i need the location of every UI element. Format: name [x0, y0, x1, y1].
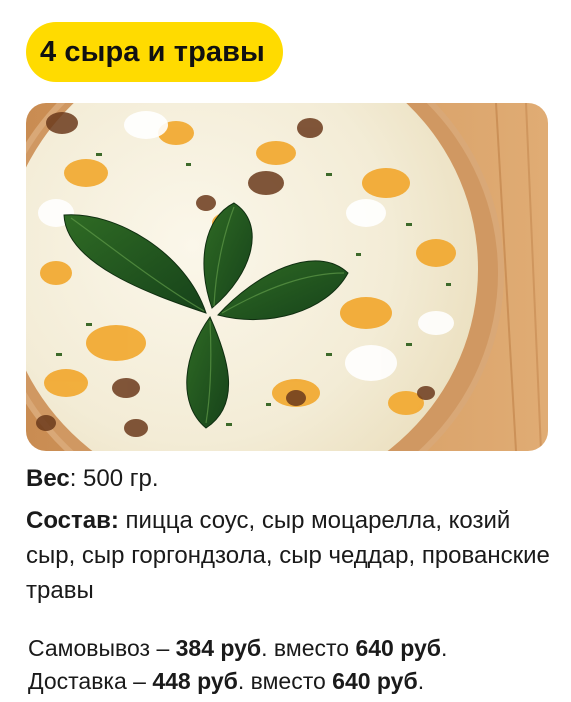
price-middle: . вместо — [261, 635, 356, 661]
price-middle: . вместо — [237, 668, 333, 694]
weight-info: Вес: 500 гр. — [26, 463, 159, 495]
price-end: . — [417, 668, 425, 694]
composition-label: Состав: — [26, 507, 119, 534]
product-title-text: 4 сыра и травы — [40, 35, 265, 68]
composition-info: Состав: пицца соус, сыр моцарелла, козий… — [26, 503, 556, 608]
price-old: 640 руб — [355, 635, 441, 661]
price-pickup: Самовывоз – 384 руб. вместо 640 руб. — [28, 633, 447, 663]
price-current: 448 руб — [152, 668, 238, 694]
pizza-image — [26, 103, 548, 451]
price-old: 640 руб — [332, 668, 418, 694]
pizza-photo — [26, 103, 548, 451]
price-delivery: Доставка – 448 руб. вместо 640 руб. — [28, 666, 424, 696]
price-current: 384 руб — [175, 635, 262, 661]
weight-value: : 500 гр. — [69, 465, 159, 492]
price-method: Доставка – — [28, 668, 153, 694]
price-end: . — [440, 635, 448, 661]
weight-label: Вес — [26, 465, 70, 492]
product-title: 4 сыра и травы — [26, 22, 283, 82]
price-method: Самовывоз – — [28, 635, 176, 661]
